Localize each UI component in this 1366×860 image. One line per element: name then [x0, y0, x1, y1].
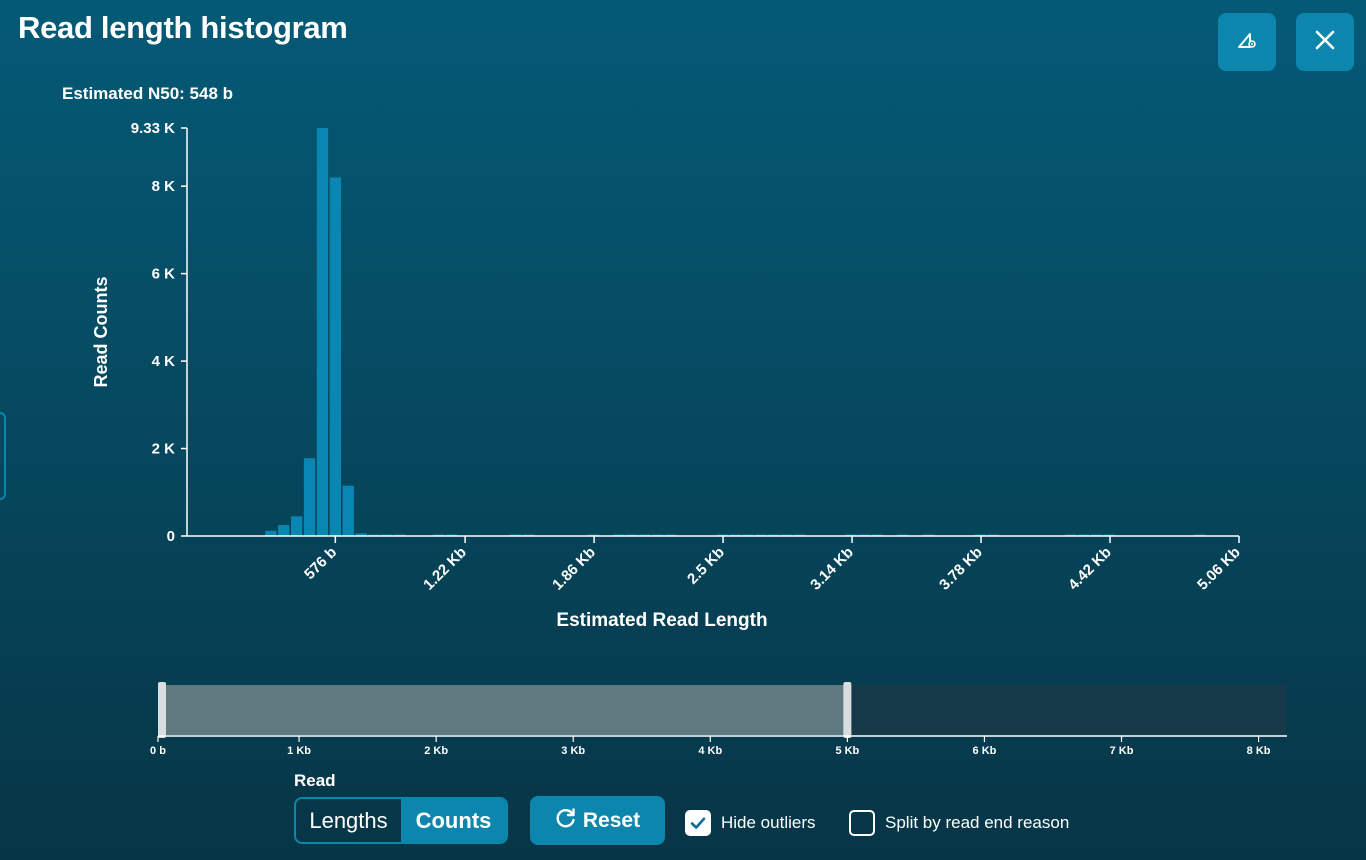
histogram-bar	[290, 516, 303, 536]
slider-tick-label: 6 Kb	[973, 745, 997, 757]
histogram-bar	[278, 525, 290, 536]
x-tick-label: 576 b	[301, 544, 340, 583]
histogram-bar	[316, 128, 329, 536]
slider-selection[interactable]	[162, 685, 848, 735]
read-label: Read	[294, 771, 336, 790]
x-tick-label: 3.78 Kb	[936, 544, 986, 594]
split-by-end-reason-checkbox[interactable]: Split by read end reason	[849, 810, 1069, 836]
slider-handle-max[interactable]	[843, 682, 852, 738]
x-axis-label: Estimated Read Length	[556, 610, 767, 631]
slider-handle-min[interactable]	[158, 682, 166, 738]
x-tick-label: 1.22 Kb	[420, 544, 470, 594]
histogram-bar	[329, 177, 341, 536]
length-range-slider[interactable]: 0 b 1 Kb 2 Kb 3 Kb 4 Kb 5 Kb 6 Kb 7 Kb 8 Kb	[150, 682, 1287, 757]
histogram-bars	[265, 128, 1206, 536]
slider-tick-label: 7 Kb	[1110, 745, 1134, 757]
hide-outliers-box[interactable]	[685, 810, 711, 836]
split-by-end-reason-label: Split by read end reason	[885, 813, 1070, 832]
reset-label: Reset	[582, 808, 641, 832]
checkmark-icon	[690, 817, 706, 829]
toggle-counts[interactable]: Counts	[401, 799, 506, 842]
hide-outliers-checkbox[interactable]: Hide outliers	[685, 810, 816, 836]
slider-tick-label: 1 Kb	[287, 745, 311, 757]
slider-tick-label: 4 Kb	[698, 745, 722, 757]
y-tick-label: 6 K	[152, 266, 176, 283]
y-tick-label: 9.33 K	[131, 120, 175, 137]
y-tick-label: 2 K	[152, 441, 176, 458]
histogram-bar	[265, 530, 277, 536]
histogram-bar	[303, 458, 316, 536]
hide-outliers-label: Hide outliers	[721, 813, 816, 832]
toggle-lengths[interactable]: Lengths	[296, 799, 401, 842]
slider-tick-label: 5 Kb	[835, 745, 859, 757]
y-tick-label: 0	[167, 528, 175, 545]
read-mode-toggle[interactable]: Lengths Counts	[294, 797, 508, 844]
y-axis: 0 2 K 4 K 6 K 8 K 9.33 K	[131, 120, 188, 545]
read-length-chart: 0 2 K 4 K 6 K 8 K 9.33 K 576 b 1.22 Kb 1.86 Kb 2…	[91, 120, 1287, 757]
reset-icon	[555, 807, 577, 835]
reset-button[interactable]: Reset	[530, 796, 665, 845]
x-tick-label: 2.5 Kb	[684, 544, 728, 588]
slider-tick-label: 2 Kb	[424, 745, 448, 757]
x-tick-label: 4.42 Kb	[1065, 544, 1115, 594]
x-axis: 576 b 1.22 Kb 1.86 Kb 2.5 Kb 3.14 Kb 3.78 Kb 4…	[187, 535, 1244, 594]
y-tick-label: 4 K	[152, 353, 176, 370]
y-tick-label: 8 K	[152, 178, 176, 195]
x-tick-label: 5.06 Kb	[1194, 544, 1244, 594]
split-by-end-reason-box[interactable]	[849, 810, 875, 836]
histogram-bar	[342, 485, 354, 536]
y-axis-label: Read Counts	[91, 276, 111, 387]
x-tick-label: 3.14 Kb	[807, 544, 857, 594]
slider-tick-label: 8 Kb	[1247, 745, 1271, 757]
x-tick-label: 1.86 Kb	[549, 544, 599, 594]
slider-tick-label: 0 b	[150, 745, 166, 757]
slider-tick-label: 3 Kb	[561, 745, 585, 757]
